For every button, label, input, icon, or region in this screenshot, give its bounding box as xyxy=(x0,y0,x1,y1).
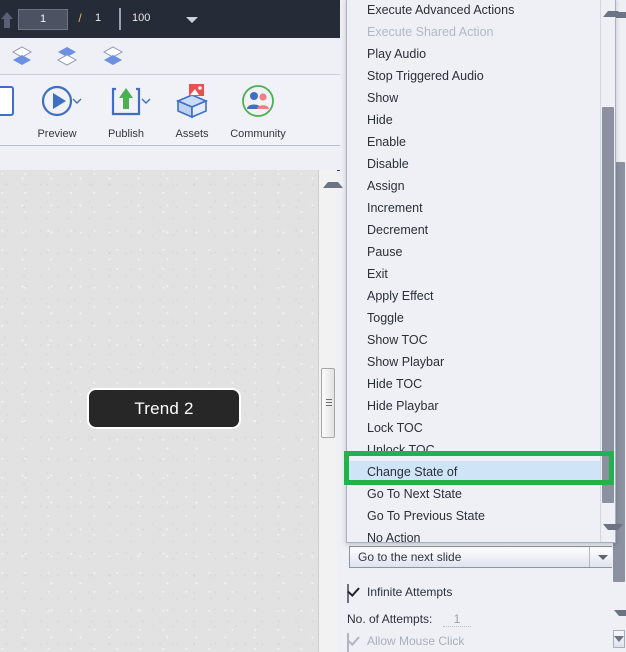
chevron-down-icon[interactable] xyxy=(141,97,151,105)
action-select-button[interactable] xyxy=(589,547,614,567)
attempts-row: No. of Attempts: 1 xyxy=(347,611,607,629)
slide-number-input[interactable]: 1 xyxy=(18,9,68,30)
dropdown-item[interactable]: Pause xyxy=(347,241,601,263)
slide-canvas[interactable]: Trend 2 xyxy=(0,170,318,652)
publish-button[interactable]: Publish xyxy=(95,79,157,141)
dropdown-item[interactable]: Show TOC xyxy=(347,329,601,351)
dropdown-item[interactable]: Increment xyxy=(347,197,601,219)
scroll-grip-icon xyxy=(326,399,332,407)
dropdown-item[interactable]: Go To Next State xyxy=(347,483,601,505)
scroll-down-arrow-icon[interactable] xyxy=(614,610,626,624)
assets-box-icon xyxy=(175,84,209,119)
canvas-scrollbar[interactable] xyxy=(318,170,343,652)
community-button[interactable]: Community xyxy=(227,79,289,141)
dropdown-item[interactable]: Execute Advanced Actions xyxy=(347,0,601,21)
canvas-scroll-thumb[interactable] xyxy=(321,368,335,438)
dropdown-item[interactable]: Assign xyxy=(347,175,601,197)
main-ribbon: Preview Publish Assets Community xyxy=(0,75,340,146)
scroll-down-arrow-icon[interactable] xyxy=(603,524,623,538)
assets-label: Assets xyxy=(175,128,209,140)
dropdown-item[interactable]: Hide TOC xyxy=(347,373,601,395)
dropdown-item[interactable]: Enable xyxy=(347,131,601,153)
assets-button[interactable]: Assets xyxy=(161,79,223,141)
infinite-attempts-row[interactable]: Infinite Attempts xyxy=(347,584,587,603)
dropdown-item[interactable]: Exit xyxy=(347,263,601,285)
play-circle-icon xyxy=(41,85,73,117)
scroll-up-arrow-icon[interactable] xyxy=(603,3,623,17)
top-toolbar: 1 / 1 100 xyxy=(0,0,340,38)
dropdown-item[interactable]: Show Playbar xyxy=(347,351,601,373)
layers-middle-icon[interactable] xyxy=(50,45,84,69)
panel-scroll-down-button[interactable] xyxy=(613,630,625,648)
action-select[interactable]: Go to the next slide xyxy=(349,546,615,568)
dropdown-scroll-thumb[interactable] xyxy=(602,107,614,503)
dropdown-item[interactable]: Change State of xyxy=(347,461,601,483)
dropdown-scrollbar[interactable] xyxy=(600,0,623,542)
total-slides-label: 1 xyxy=(94,12,102,24)
secondary-toolbar-strip xyxy=(0,146,340,171)
chevron-down-icon xyxy=(598,555,608,560)
dropdown-item: Execute Shared Action xyxy=(367,25,494,39)
dropdown-item[interactable]: Stop Triggered Audio xyxy=(347,65,601,87)
action-select-value: Go to the next slide xyxy=(358,550,462,564)
dropdown-item[interactable]: Apply Effect xyxy=(347,285,601,307)
dropdown-item[interactable]: Lock TOC xyxy=(347,417,601,439)
dropdown-item[interactable]: Hide xyxy=(347,109,601,131)
dropdown-item[interactable]: Show xyxy=(347,87,601,109)
preview-label: Preview xyxy=(37,128,77,140)
dropdown-item[interactable]: Toggle xyxy=(347,307,601,329)
dropdown-item[interactable]: Go To Previous State xyxy=(347,505,601,527)
community-label: Community xyxy=(230,128,286,140)
layer-toolbar xyxy=(0,38,340,75)
attempts-input[interactable]: 1 xyxy=(443,612,471,627)
infinite-attempts-checkbox[interactable] xyxy=(347,584,349,603)
slide-icon xyxy=(0,86,14,116)
toolbar-divider xyxy=(119,8,121,30)
dropdown-item[interactable]: Play Audio xyxy=(347,43,601,65)
allow-mouse-click-row[interactable]: Allow Mouse Click xyxy=(347,633,587,652)
publish-label: Publish xyxy=(107,128,145,140)
trend-2-button[interactable]: Trend 2 xyxy=(87,388,241,429)
allow-mouse-click-label: Allow Mouse Click xyxy=(367,634,465,648)
preview-button[interactable]: Preview xyxy=(26,79,88,141)
dropdown-items-container: Execute Advanced Actions Execute Shared A… xyxy=(347,0,601,542)
community-people-icon xyxy=(242,85,274,117)
dropdown-item[interactable]: Unlock TOC xyxy=(347,439,601,461)
page-separator: / xyxy=(78,11,82,25)
infinite-attempts-label: Infinite Attempts xyxy=(367,585,453,599)
chevron-down-icon[interactable] xyxy=(72,97,82,105)
dropdown-item[interactable]: Decrement xyxy=(347,219,601,241)
attempts-label: No. of Attempts: xyxy=(347,612,433,626)
allow-mouse-click-checkbox[interactable] xyxy=(347,633,349,652)
scroll-up-arrow-icon[interactable] xyxy=(323,174,343,188)
layers-back-icon[interactable] xyxy=(96,45,130,69)
zoom-value[interactable]: 100 xyxy=(132,12,172,24)
dropdown-item[interactable]: Disable xyxy=(347,153,601,175)
dropdown-item[interactable]: No Action xyxy=(347,527,601,542)
dropdown-item[interactable]: Hide Playbar xyxy=(347,395,601,417)
action-dropdown-list[interactable]: Execute Advanced Actions Execute Shared A… xyxy=(346,0,623,543)
publish-upload-icon xyxy=(111,85,141,116)
chevron-down-icon[interactable] xyxy=(186,17,198,23)
layers-front-icon[interactable] xyxy=(5,45,39,69)
home-arrow-icon[interactable] xyxy=(0,10,14,30)
